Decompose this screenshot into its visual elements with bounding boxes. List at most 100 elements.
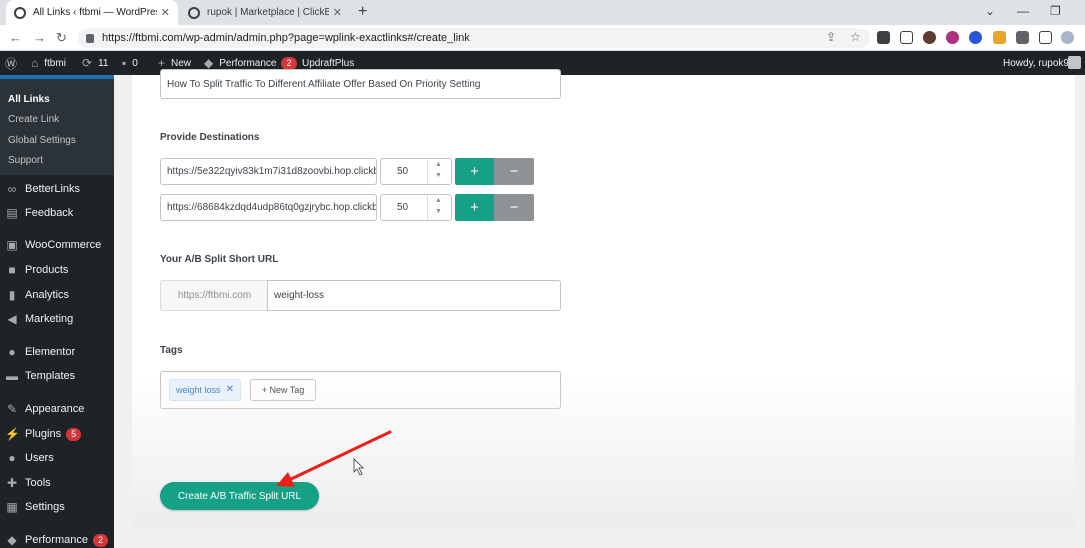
chevron-down-icon[interactable]: ▼ bbox=[435, 208, 442, 215]
puzzle-extensions-icon[interactable] bbox=[1016, 31, 1029, 44]
tab-search-icon[interactable]: ⌄ bbox=[985, 4, 995, 18]
short-url-prefix: https://ftbmi.com bbox=[160, 280, 268, 311]
wordpress-favicon-icon bbox=[14, 6, 26, 19]
submenu-indicator bbox=[0, 75, 114, 79]
user-avatar[interactable] bbox=[1068, 56, 1081, 69]
sidebar-item-elementor[interactable]: ● Elementor bbox=[5, 344, 75, 360]
brush-icon: ✎ bbox=[6, 402, 18, 416]
side-panel-icon[interactable] bbox=[1039, 31, 1052, 44]
megaphone-icon: ◀ bbox=[7, 312, 17, 326]
chevron-down-icon[interactable]: ▼ bbox=[435, 172, 442, 179]
woocommerce-icon: ▣ bbox=[6, 238, 18, 252]
tab-title: All Links ‹ ftbmi — WordPress bbox=[33, 7, 157, 18]
extension-icon[interactable] bbox=[877, 31, 890, 44]
remove-destination-button[interactable]: − bbox=[494, 158, 534, 185]
destinations-label: Provide Destinations bbox=[160, 132, 260, 143]
link-title-input[interactable]: How To Split Traffic To Different Affili… bbox=[160, 69, 561, 99]
close-tab-icon[interactable]: ✕ bbox=[161, 6, 170, 19]
link-icon: ∞ bbox=[7, 182, 17, 196]
browser-tab-strip: All Links ‹ ftbmi — WordPress ✕ rupok | … bbox=[0, 0, 1085, 25]
remove-destination-button[interactable]: − bbox=[494, 194, 534, 221]
sidebar-item-betterlinks[interactable]: ∞ BetterLinks bbox=[5, 181, 80, 197]
home-icon: ⌂ bbox=[31, 56, 39, 70]
address-bar[interactable]: https://ftbmi.com/wp-admin/admin.php?pag… bbox=[78, 28, 870, 48]
sidebar-item-feedback[interactable]: ▤ Feedback bbox=[5, 205, 73, 221]
tags-field[interactable]: weight loss ✕ + New Tag bbox=[160, 371, 561, 409]
browser-tab-wordpress[interactable]: All Links ‹ ftbmi — WordPress ✕ bbox=[6, 0, 178, 25]
restore-window-button[interactable]: ❐ bbox=[1050, 4, 1061, 18]
sidebar-item-analytics[interactable]: ▮ Analytics bbox=[5, 287, 69, 303]
elementor-icon: ● bbox=[8, 345, 16, 359]
performance-badge: 2 bbox=[281, 56, 297, 70]
comment-icon: ▪ bbox=[122, 56, 127, 70]
chevron-up-icon[interactable]: ▲ bbox=[435, 197, 442, 204]
submenu-support[interactable]: Support bbox=[8, 155, 43, 166]
weight-value: 50 bbox=[397, 202, 409, 213]
browser-toolbar: ← → ↻ https://ftbmi.com/wp-admin/admin.p… bbox=[0, 25, 1085, 51]
destination-url-input[interactable]: https://68684kzdqd4udp86tq0gzjrybc.hop.c… bbox=[160, 194, 377, 221]
main-content: How To Split Traffic To Different Affili… bbox=[114, 69, 1085, 548]
wordpress-logo-icon[interactable]: Ⓦ bbox=[5, 51, 23, 75]
tag-label: weight loss bbox=[176, 385, 221, 395]
sidebar-item-products[interactable]: ■ Products bbox=[5, 262, 68, 278]
destination-url-input[interactable]: https://5e322qyiv83k1m7i31d8zoovbi.hop.c… bbox=[160, 158, 377, 185]
tags-label: Tags bbox=[160, 345, 183, 356]
new-tab-button[interactable]: + bbox=[358, 3, 367, 21]
analytics-icon: ▮ bbox=[8, 288, 16, 302]
sidebar-item-performance[interactable]: ◆ Performance 2 bbox=[5, 532, 108, 548]
add-destination-button[interactable]: + bbox=[455, 158, 494, 185]
create-split-url-button[interactable]: Create A/B Traffic Split URL bbox=[160, 482, 319, 510]
wrench-icon: ✚ bbox=[6, 476, 18, 490]
browser-tab-clickbank[interactable]: rupok | Marketplace | ClickBank A ✕ bbox=[180, 0, 350, 25]
close-tab-icon[interactable]: ✕ bbox=[333, 6, 342, 19]
performance-badge: 2 bbox=[92, 533, 108, 547]
sidebar-item-users[interactable]: ● Users bbox=[5, 450, 53, 466]
minimize-window-button[interactable]: — bbox=[1017, 4, 1029, 18]
plugins-update-badge: 5 bbox=[66, 427, 82, 441]
extension-icon[interactable] bbox=[993, 31, 1006, 44]
short-url-slug-input[interactable]: weight-loss bbox=[267, 280, 561, 311]
weight-stepper[interactable]: 50 ▲ ▼ bbox=[380, 194, 452, 221]
extension-icon[interactable] bbox=[969, 31, 982, 44]
remove-tag-icon[interactable]: ✕ bbox=[226, 384, 234, 395]
reload-button[interactable]: ↻ bbox=[56, 30, 67, 46]
performance-icon: ◆ bbox=[204, 56, 214, 70]
sidebar-item-templates[interactable]: ▬ Templates bbox=[5, 368, 75, 384]
create-split-link-form: How To Split Traffic To Different Affili… bbox=[132, 69, 1075, 528]
chevron-up-icon[interactable]: ▲ bbox=[435, 161, 442, 168]
stepper-arrows: ▲ ▼ bbox=[427, 159, 451, 184]
submenu-create-link[interactable]: Create Link bbox=[8, 114, 59, 125]
sidebar-item-tools[interactable]: ✚ Tools bbox=[5, 475, 51, 491]
share-icon[interactable]: ⇪ bbox=[826, 30, 836, 44]
folder-icon: ▬ bbox=[6, 369, 18, 383]
site-name-link[interactable]: ⌂ ftbmi bbox=[31, 51, 66, 75]
weight-stepper[interactable]: 50 ▲ ▼ bbox=[380, 158, 452, 185]
comments-link[interactable]: ▪ 0 bbox=[122, 51, 138, 75]
sidebar-item-plugins[interactable]: ⚡ Plugins 5 bbox=[5, 426, 82, 442]
red-annotation-arrow bbox=[287, 430, 392, 482]
howdy-user-menu[interactable]: Howdy, rupok98 bbox=[1003, 51, 1075, 75]
extension-icon[interactable] bbox=[900, 31, 913, 44]
wp-admin-sidebar: All Links Create Link Global Settings Su… bbox=[0, 75, 114, 548]
submenu-global-settings[interactable]: Global Settings bbox=[8, 135, 76, 146]
sidebar-item-settings[interactable]: ▦ Settings bbox=[5, 499, 64, 515]
extension-icon[interactable] bbox=[923, 31, 936, 44]
tab-title: rupok | Marketplace | ClickBank A bbox=[207, 7, 329, 18]
settings-icon: ▦ bbox=[6, 500, 18, 514]
products-icon: ■ bbox=[8, 263, 16, 277]
forward-button[interactable]: → bbox=[33, 30, 46, 45]
sidebar-item-marketing[interactable]: ◀ Marketing bbox=[5, 311, 73, 327]
plugin-icon: ⚡ bbox=[5, 427, 20, 441]
extension-icon[interactable] bbox=[946, 31, 959, 44]
bookmark-star-icon[interactable]: ☆ bbox=[850, 30, 861, 44]
updates-link[interactable]: ⟳ 11 bbox=[82, 51, 108, 75]
weight-value: 50 bbox=[397, 166, 409, 177]
back-button[interactable]: ← bbox=[9, 30, 22, 45]
short-url-label: Your A/B Split Short URL bbox=[160, 254, 279, 265]
submenu-all-links[interactable]: All Links bbox=[8, 94, 50, 105]
sidebar-item-appearance[interactable]: ✎ Appearance bbox=[5, 401, 84, 417]
profile-avatar[interactable] bbox=[1061, 31, 1074, 44]
new-tag-button[interactable]: + New Tag bbox=[250, 379, 316, 401]
sidebar-item-woocommerce[interactable]: ▣ WooCommerce bbox=[5, 237, 101, 253]
add-destination-button[interactable]: + bbox=[455, 194, 494, 221]
